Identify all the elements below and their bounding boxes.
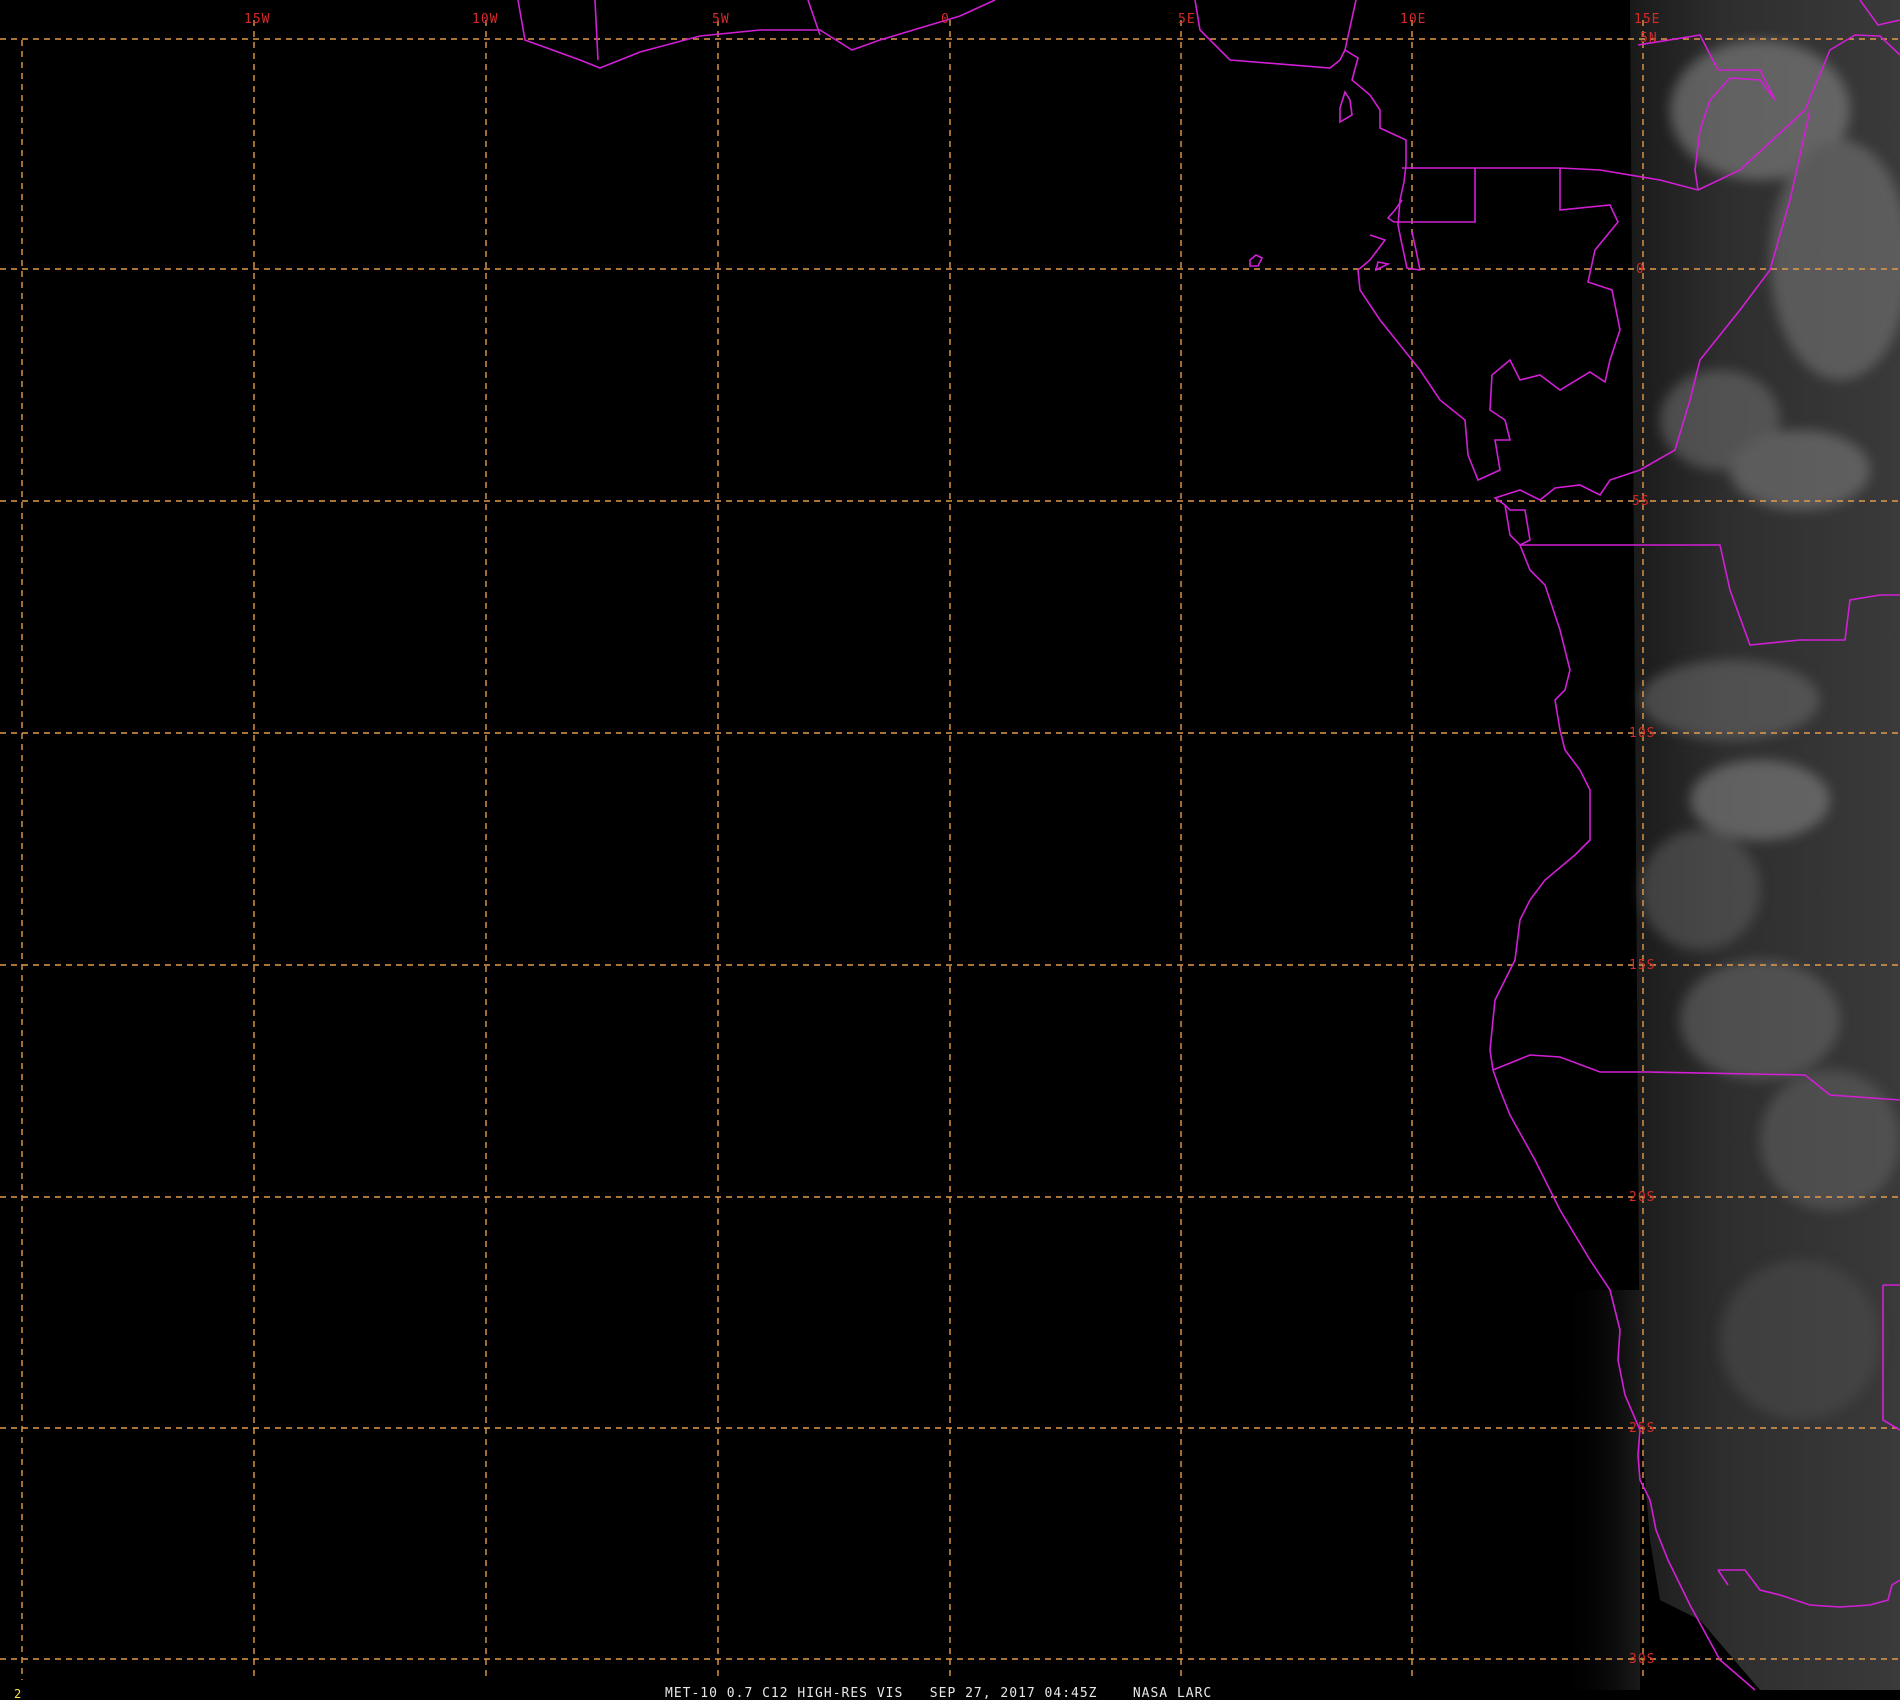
lat-label-25s: 25S: [1629, 1421, 1655, 1436]
image-caption: MET-10 0.7 C12 HIGH-RES VIS SEP 27, 2017…: [665, 1686, 1212, 1700]
lon-label-15e: 15E: [1634, 12, 1660, 27]
lat-label-20s: 20S: [1629, 1190, 1655, 1205]
lat-label-5n: 5N: [1640, 31, 1658, 46]
lat-label-5s: 5S: [1632, 494, 1650, 509]
lon-label-15w: 15W: [244, 12, 270, 27]
lat-label-10s: 10S: [1629, 726, 1655, 741]
lon-label-10e: 10E: [1400, 12, 1426, 27]
satellite-map: 15W 10W 5W 0 5E 10E 15E 5N 0 5S 10S 15S …: [0, 0, 1900, 1700]
lon-label-5e: 5E: [1178, 12, 1196, 27]
frame-number: 2: [14, 1687, 21, 1700]
lat-label-15s: 15S: [1629, 958, 1655, 973]
imagery-layer: [1560, 0, 1900, 1690]
lat-label-0: 0: [1636, 262, 1645, 277]
lat-label-30s: 30S: [1629, 1652, 1655, 1667]
lon-label-5w: 5W: [712, 12, 730, 27]
lon-label-0: 0: [941, 12, 950, 27]
longitude-labels: 15W 10W 5W 0 5E 10E 15E: [244, 12, 1660, 27]
lon-label-10w: 10W: [472, 12, 498, 27]
